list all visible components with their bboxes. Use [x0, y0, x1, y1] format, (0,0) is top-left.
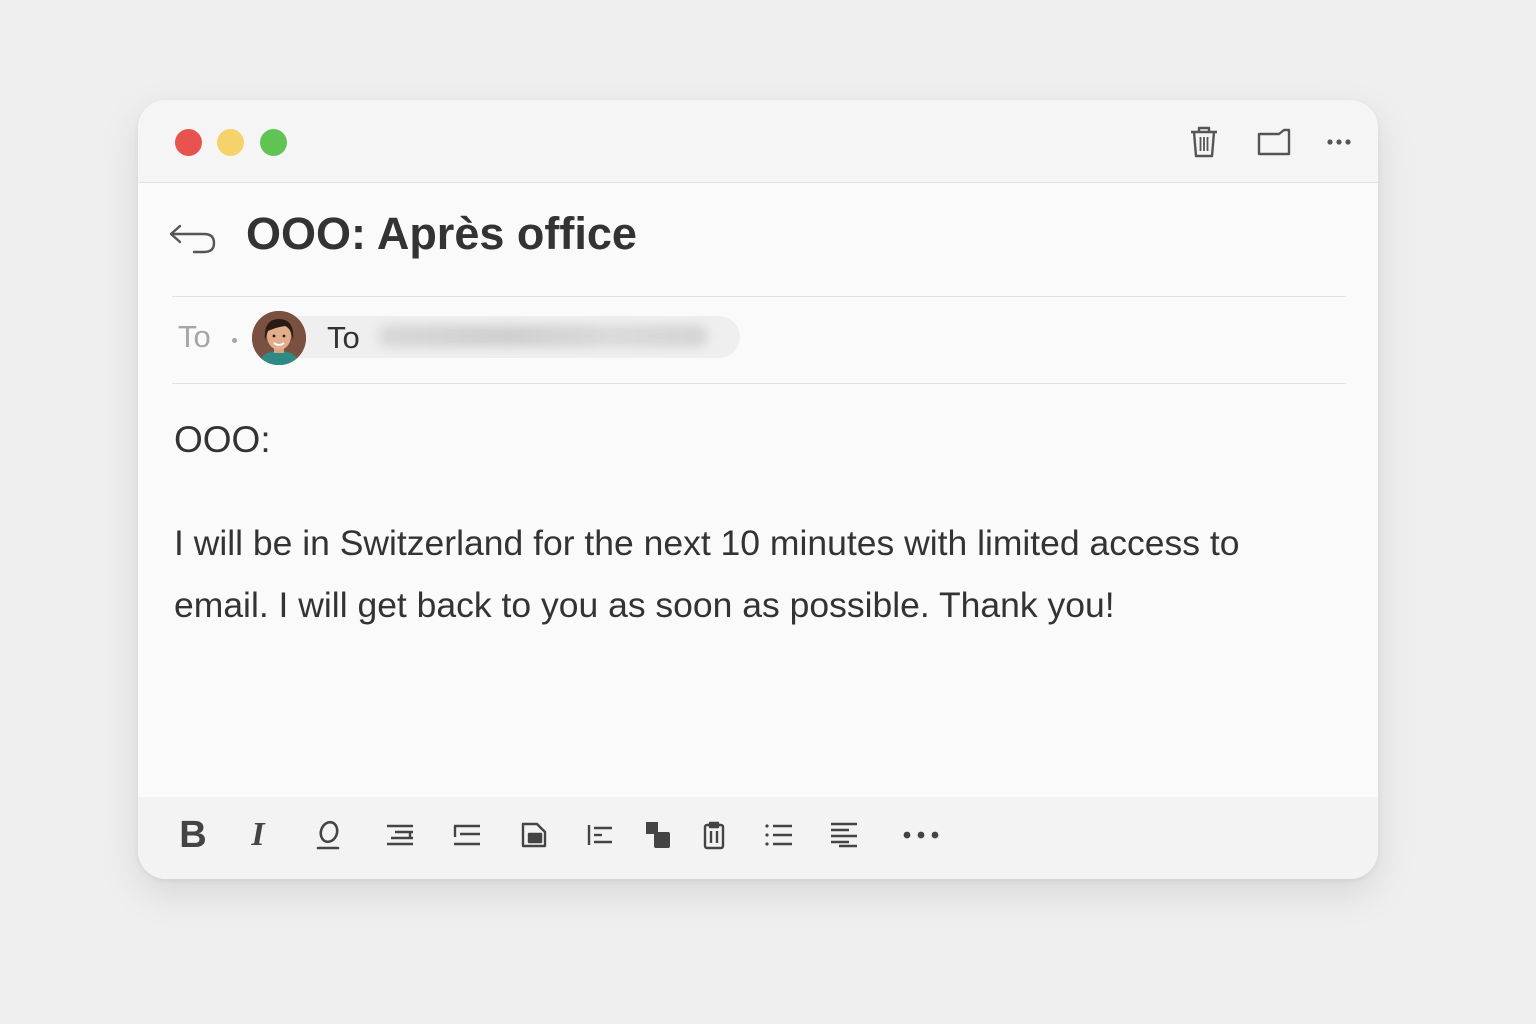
body-greeting: OOO:	[174, 419, 271, 460]
folder-icon[interactable]	[1254, 122, 1294, 162]
bullet-list-icon[interactable]	[759, 815, 799, 855]
email-subject[interactable]: OOO: Après office	[246, 208, 637, 260]
justify-icon[interactable]	[824, 815, 864, 855]
body-paragraph: I will be in Switzerland for the next 10…	[174, 523, 1240, 625]
indent-icon[interactable]	[580, 815, 620, 855]
to-label: To	[178, 319, 211, 354]
underline-icon[interactable]	[308, 815, 348, 855]
trash-icon[interactable]	[1184, 122, 1224, 162]
more-icon[interactable]	[1319, 122, 1359, 162]
more-options-icon[interactable]	[901, 815, 941, 855]
image-icon[interactable]	[514, 815, 554, 855]
reply-arrow-icon[interactable]	[168, 220, 220, 260]
bold-icon[interactable]: B	[173, 814, 213, 856]
subject-row: OOO: Après office	[138, 182, 1378, 296]
recipient-chip-label: To	[327, 320, 360, 355]
align-icon[interactable]	[380, 815, 420, 855]
separator-dot	[232, 338, 237, 343]
message-body[interactable]: OOO: I will be in Switzerland for the ne…	[174, 416, 1344, 636]
title-bar	[138, 100, 1378, 183]
divider	[172, 383, 1346, 384]
text-block-icon[interactable]	[447, 815, 487, 855]
minimize-window-button[interactable]	[217, 129, 244, 156]
italic-icon[interactable]: I	[238, 815, 278, 855]
avatar	[252, 311, 306, 365]
redacted-email-address	[378, 325, 708, 347]
zoom-window-button[interactable]	[260, 129, 287, 156]
recipient-row: To To	[138, 297, 1378, 383]
close-window-button[interactable]	[175, 129, 202, 156]
shape-icon[interactable]	[638, 815, 678, 855]
clipboard-icon[interactable]	[694, 815, 734, 855]
formatting-toolbar: B I	[138, 797, 1378, 879]
mail-compose-window: OOO: Après office To To OOO: I will be i…	[138, 100, 1378, 879]
